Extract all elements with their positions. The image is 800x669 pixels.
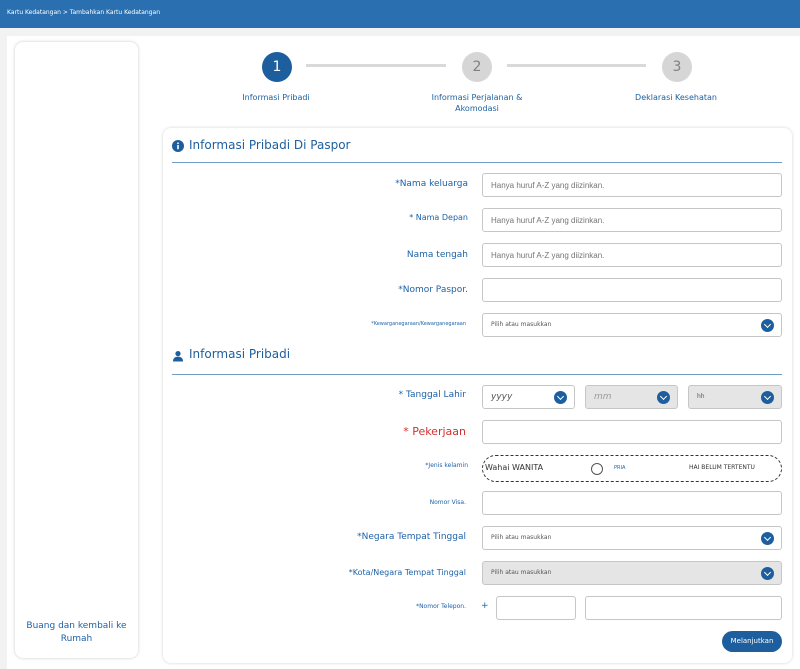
step-2-circle[interactable]: 2: [462, 52, 492, 82]
city-of-residence-label: *Kota/Negara Tempat Tinggal: [348, 568, 466, 577]
first-name-input[interactable]: [482, 208, 782, 232]
gender-radio-group: Wahai WANITA PRIA HAI BELUM TERTENTU: [482, 455, 782, 482]
nationality-placeholder: Pilih atau masukkan: [491, 321, 552, 328]
chevron-down-icon: [761, 319, 774, 332]
birth-year-placeholder: yyyy: [491, 392, 513, 402]
passport-number-input[interactable]: [482, 278, 782, 302]
gender-option-unspecified[interactable]: HAI BELUM TERTENTU: [689, 464, 755, 471]
chevron-down-icon: [657, 391, 670, 404]
country-of-residence-label: *Negara Tempat Tinggal: [357, 532, 466, 542]
continue-button[interactable]: Melanjutkan: [722, 631, 782, 652]
stepper-connector: [306, 64, 446, 67]
family-name-label: *Nama keluarga: [395, 179, 468, 189]
section-divider: [172, 374, 782, 375]
family-name-input[interactable]: [482, 173, 782, 197]
person-icon: [173, 351, 183, 362]
gender-option-male[interactable]: PRIA: [614, 465, 625, 471]
passport-number-label: *Nomor Paspor.: [398, 285, 468, 295]
city-placeholder: Pilih atau masukkan: [491, 569, 552, 576]
breadcrumb: Kartu Kedatangan > Tambahkan Kartu Kedat…: [7, 9, 161, 16]
step-2-label: Informasi Perjalanan & Akomodasi: [431, 93, 523, 113]
section-title-personal: Informasi Pribadi: [189, 347, 291, 361]
step-3-label: Deklarasi Kesehatan: [635, 93, 717, 102]
nationality-select[interactable]: Pilih atau masukkan: [482, 313, 782, 337]
date-of-birth-label: * Tanggal Lahir: [398, 390, 466, 400]
nationality-label: *Kewarganegaraan/Kewarganegaraan: [371, 321, 466, 327]
birth-month-select[interactable]: mm: [585, 385, 678, 409]
country-placeholder: Pilih atau masukkan: [491, 534, 552, 541]
birth-day-placeholder: hh: [697, 393, 705, 400]
section-divider: [172, 162, 782, 163]
sidebar-panel: Buang dan kembali ke Rumah: [15, 42, 138, 658]
middle-name-input[interactable]: [482, 243, 782, 267]
phone-country-code-input[interactable]: [496, 596, 576, 620]
country-of-residence-select[interactable]: Pilih atau masukkan: [482, 526, 782, 550]
gender-label: *Jenis kelamin: [425, 462, 468, 469]
phone-prefix-plus: +: [481, 601, 489, 611]
visa-number-input[interactable]: [482, 491, 782, 515]
info-icon: [172, 140, 184, 152]
step-1-label: Informasi Pribadi: [242, 93, 310, 102]
occupation-input[interactable]: [482, 420, 782, 444]
chevron-down-icon: [761, 567, 774, 580]
gender-option-female[interactable]: Wahai WANITA: [485, 463, 543, 472]
birth-year-select[interactable]: yyyy: [482, 385, 575, 409]
section-title-passport: Informasi Pribadi Di Paspor: [189, 138, 351, 152]
chevron-down-icon: [761, 391, 774, 404]
phone-number-input[interactable]: [585, 596, 782, 620]
gender-radio-button[interactable]: [591, 463, 603, 475]
stepper-connector: [507, 64, 646, 67]
chevron-down-icon: [554, 391, 567, 404]
step-1-circle[interactable]: 1: [262, 52, 292, 82]
discard-and-return-home-link[interactable]: Buang dan kembali ke Rumah: [15, 620, 138, 646]
step-3-circle[interactable]: 3: [662, 52, 692, 82]
phone-number-label: *Nomor Telepon.: [416, 603, 466, 610]
occupation-label: * Pekerjaan: [403, 425, 466, 438]
birth-month-placeholder: mm: [594, 392, 612, 402]
city-of-residence-select[interactable]: Pilih atau masukkan: [482, 561, 782, 585]
middle-name-label: Nama tengah: [406, 250, 468, 260]
first-name-label: * Nama Depan: [409, 213, 468, 222]
visa-number-label: Nomor Visa.: [429, 499, 466, 506]
chevron-down-icon: [761, 532, 774, 545]
birth-day-select[interactable]: hh: [688, 385, 782, 409]
top-header-bar: Kartu Kedatangan > Tambahkan Kartu Kedat…: [0, 0, 800, 28]
